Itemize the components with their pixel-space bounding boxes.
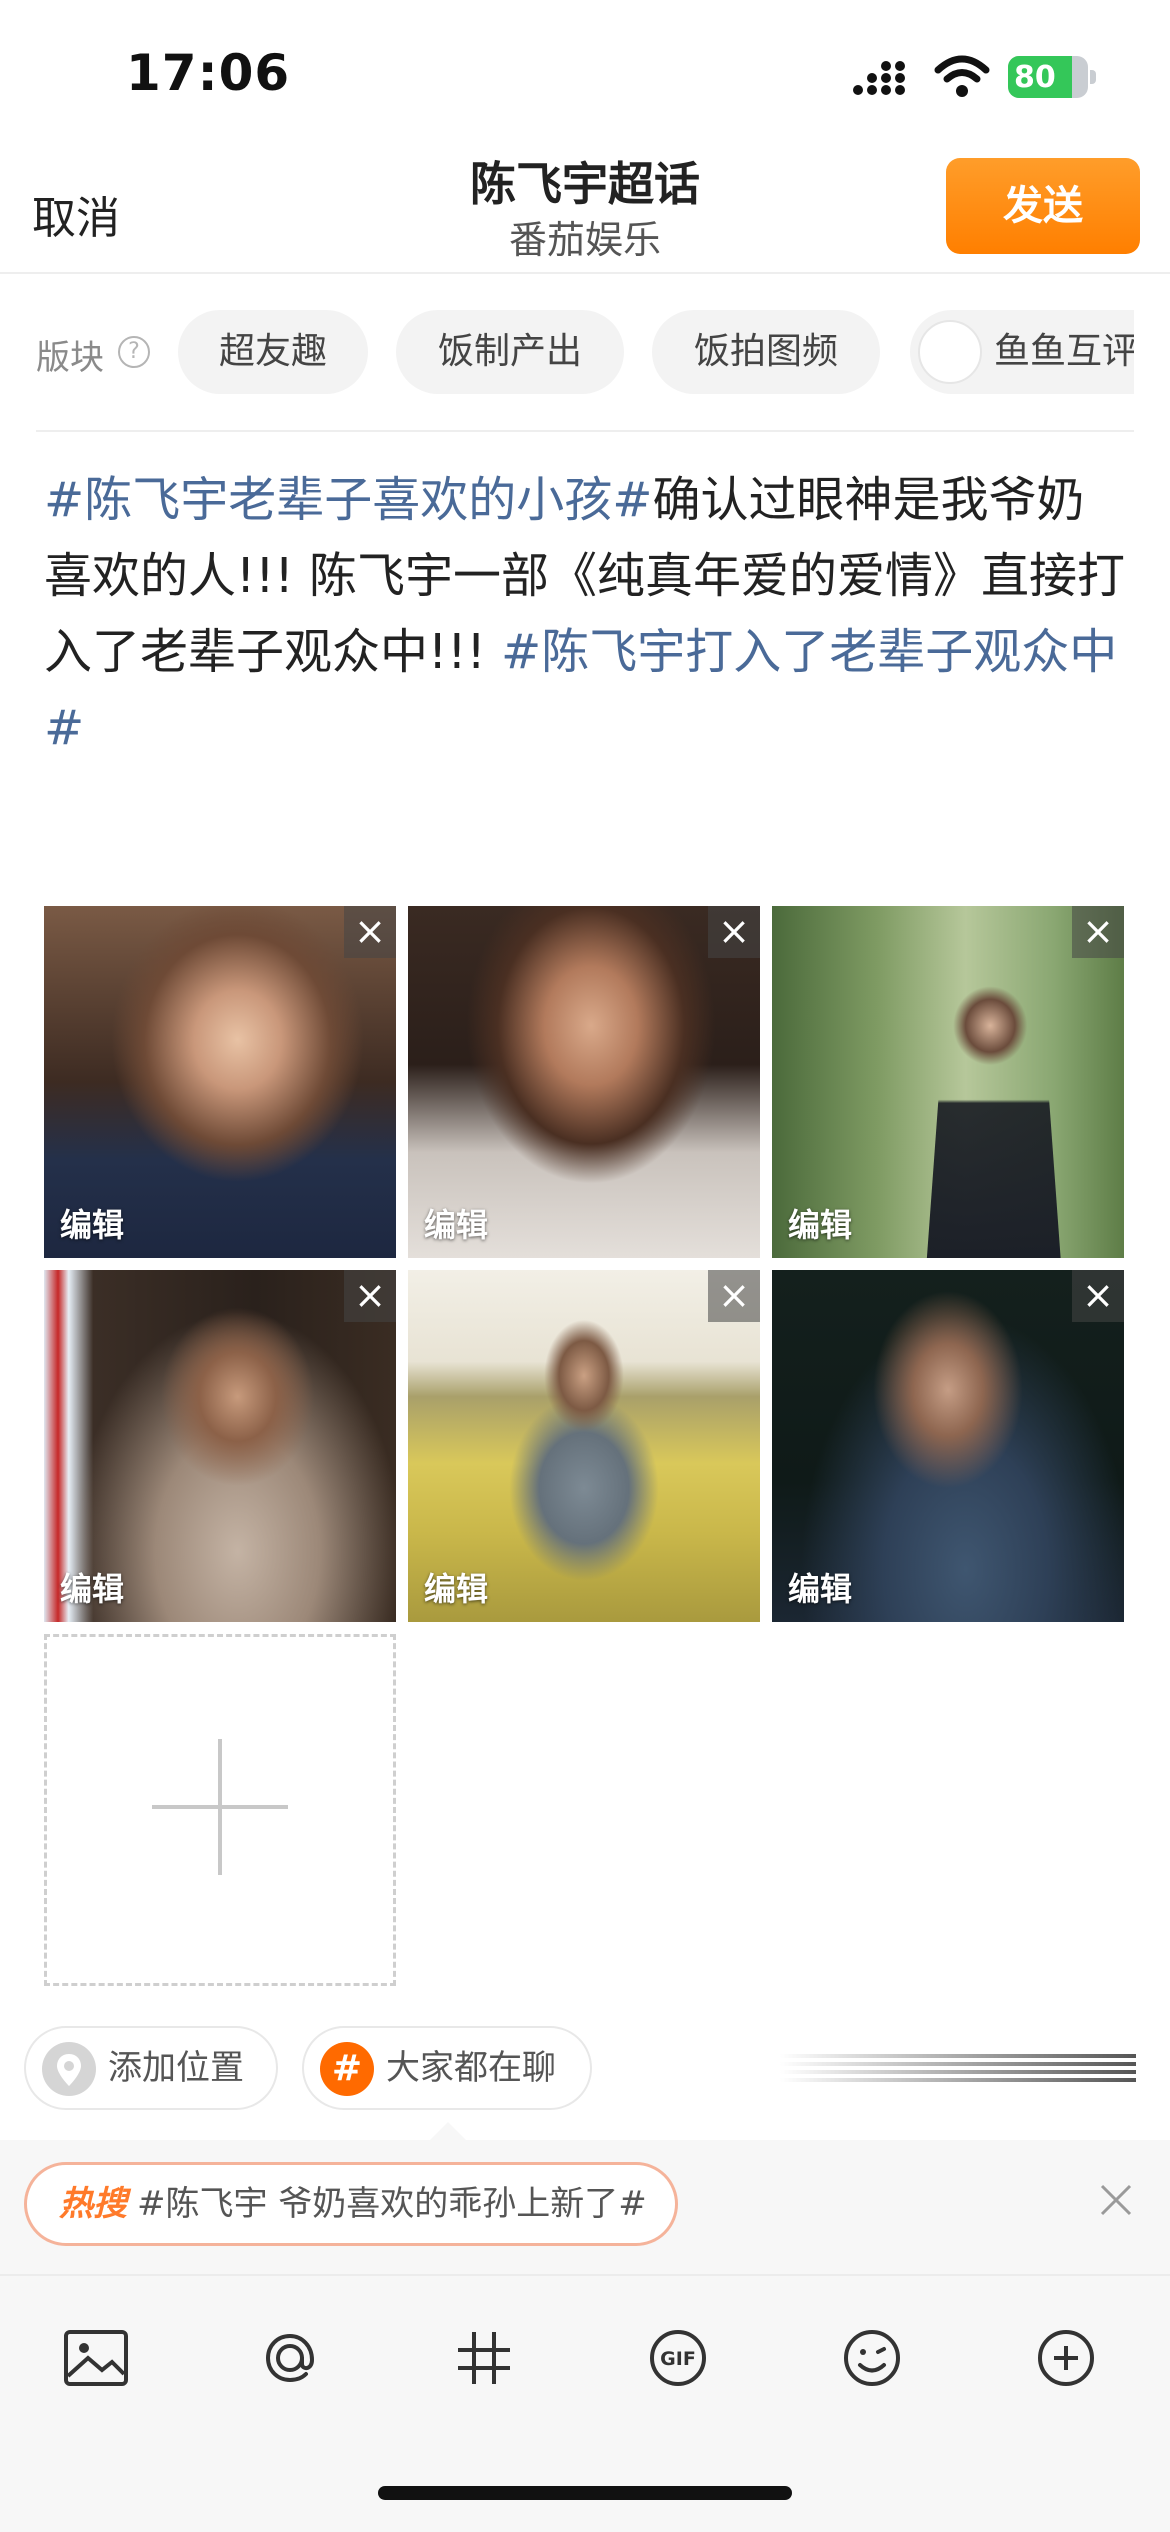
image-thumbnail-5[interactable]: × 编辑 [408,1270,760,1622]
section-chip-4[interactable]: 鱼鱼互评 [910,310,1134,394]
image-thumbnail-3[interactable]: × 编辑 [772,906,1124,1258]
trending-topic-label: 大家都在聊 [386,2048,556,2088]
edit-button[interactable]: 编辑 [788,1200,852,1246]
cancel-button[interactable]: 取消 [32,182,120,246]
hashtag-link[interactable]: #陈飞宇老辈子喜欢的小孩# [44,472,652,528]
post-text-input[interactable]: #陈飞宇老辈子喜欢的小孩#确认过眼神是我爷奶喜欢的人!!! 陈飞宇一部《纯真年爱… [44,462,1130,766]
hot-search-topic[interactable]: 热搜 #陈飞宇 爷奶喜欢的乖孙上新了# [24,2162,678,2246]
hot-search-bar: 热搜 #陈飞宇 爷奶喜欢的乖孙上新了# [0,2122,1170,2274]
close-icon[interactable]: × [1072,906,1124,958]
status-bar: 17:06 80 [0,0,1170,150]
more-icon[interactable] [1026,2318,1106,2398]
section-chip-2[interactable]: 饭制产出 [396,310,624,394]
edit-button[interactable]: 编辑 [60,1200,124,1246]
image-thumbnail-4[interactable]: × 编辑 [44,1270,396,1622]
page-title: 陈飞宇超话 [470,157,700,211]
battery-level: 80 [1014,60,1056,95]
edit-button[interactable]: 编辑 [424,1200,488,1246]
section-label: 版块 [36,338,104,378]
add-location-label: 添加位置 [108,2048,244,2088]
edit-button[interactable]: 编辑 [788,1564,852,1610]
compose-screen: 17:06 80 取消 陈飞宇超话 番茄娱乐 发送 版块 ? 超友趣 饭制产出 … [0,0,1170,2532]
clock: 17:06 [126,44,291,102]
battery-indicator: 80 [1008,56,1096,98]
image-thumbnail-2[interactable]: × 编辑 [408,906,760,1258]
wifi-icon [934,55,990,97]
close-icon[interactable]: × [344,906,396,958]
close-icon[interactable]: × [1072,1270,1124,1322]
section-chip-1[interactable]: 超友趣 [178,310,368,394]
page-subtitle: 番茄娱乐 [508,218,661,262]
send-button[interactable]: 发送 [946,158,1140,254]
close-icon[interactable]: × [708,1270,760,1322]
gif-icon[interactable]: GIF [638,2318,718,2398]
section-chip-4-label: 鱼鱼互评 [994,331,1134,372]
add-location-button[interactable]: 添加位置 [24,2026,278,2110]
title-block: 陈飞宇超话 番茄娱乐 [385,154,785,266]
edit-button[interactable]: 编辑 [424,1564,488,1610]
hashtag-icon[interactable] [444,2318,524,2398]
pointer-triangle [428,2122,468,2142]
image-thumbnail-6[interactable]: × 编辑 [772,1270,1124,1622]
cellular-signal-icon [853,61,905,95]
scroll-fade-indicator [780,2054,1136,2082]
emoji-icon[interactable] [832,2318,912,2398]
close-icon[interactable]: × [708,906,760,958]
hot-search-tag: 热搜 [59,2184,127,2224]
add-image-button[interactable] [44,1634,396,1986]
plus-icon [152,1739,288,1875]
close-icon[interactable] [1090,2174,1142,2226]
chip-avatar-icon [918,320,982,384]
close-icon[interactable]: × [344,1270,396,1322]
divider [36,430,1134,432]
help-icon[interactable]: ? [118,336,150,368]
edit-button[interactable]: 编辑 [60,1564,124,1610]
header: 取消 陈飞宇超话 番茄娱乐 发送 [0,150,1170,274]
trending-topic-button[interactable]: # 大家都在聊 [302,2026,592,2110]
image-thumbnail-1[interactable]: × 编辑 [44,906,396,1258]
hot-search-text: #陈飞宇 爷奶喜欢的乖孙上新了# [137,2184,647,2224]
hashtag-icon: # [320,2042,374,2096]
section-chip-3[interactable]: 饭拍图频 [652,310,880,394]
image-icon[interactable] [56,2318,136,2398]
mention-icon[interactable] [250,2318,330,2398]
location-pin-icon [42,2042,96,2096]
section-selector: 版块 ? 超友趣 饭制产出 饭拍图频 鱼鱼互评 [0,296,1170,408]
home-indicator [378,2486,792,2500]
svg-text:GIF: GIF [660,2348,696,2370]
